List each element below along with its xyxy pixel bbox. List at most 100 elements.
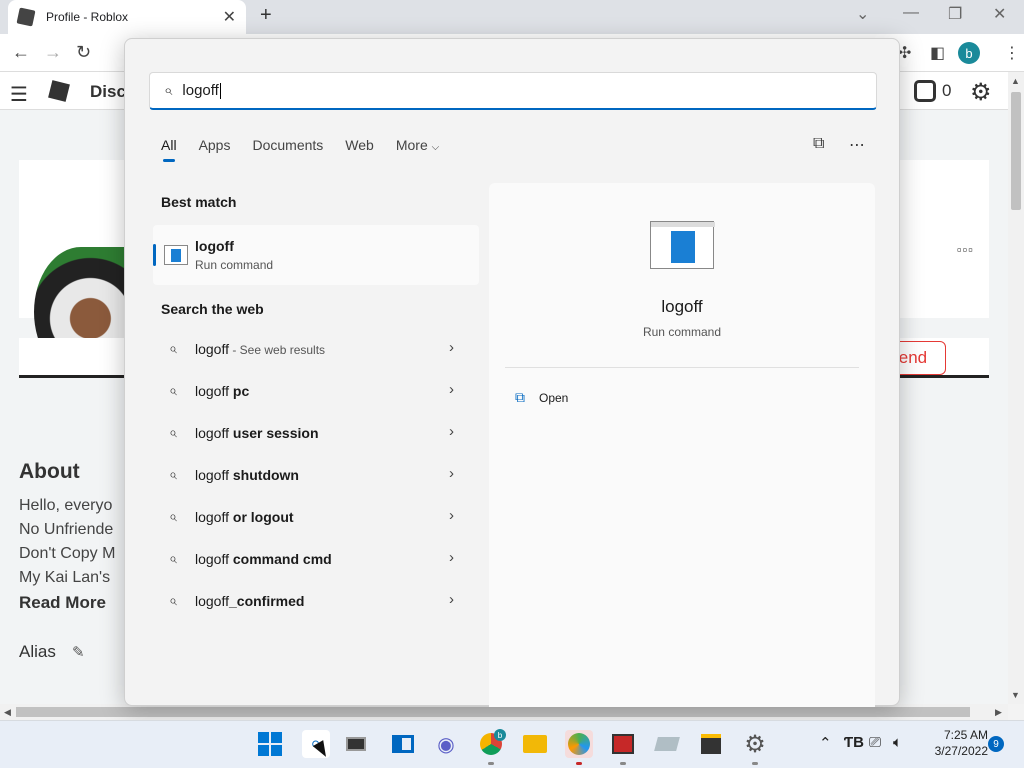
browser-tab-profile[interactable]: Profile - Roblox ✕ <box>8 0 246 34</box>
web-result-bold: or logout <box>229 509 294 525</box>
restore-button[interactable]: ❐ <box>948 4 962 24</box>
more-options-icon[interactable]: ▫▫▫ <box>957 242 974 257</box>
hamburger-menu-icon[interactable]: ☰ <box>10 82 28 107</box>
web-result-prefix: logoff <box>195 341 229 357</box>
chevron-up-icon[interactable]: ⌃ <box>819 734 832 752</box>
extensions-puzzle-icon[interactable]: ✣ <box>898 43 911 63</box>
open-external-icon: ⧉ <box>515 389 525 405</box>
search-icon: ⌕ <box>169 466 177 482</box>
new-tab-button[interactable]: + <box>260 4 272 27</box>
volume-icon[interactable]: 🔈︎ <box>893 734 902 751</box>
web-result-row[interactable]: ⌕ logoff pc › <box>153 373 479 409</box>
network-icon[interactable]: ⎚ <box>869 734 881 751</box>
scroll-up-arrow-icon[interactable]: ▲ <box>1011 76 1020 86</box>
best-match-result[interactable]: logoff Run command <box>153 225 479 285</box>
teams-chat-icon: ◉ <box>437 733 455 756</box>
about-line: My Kai Lan's <box>19 569 111 586</box>
tab-search-dropdown-icon[interactable]: ⌄ <box>856 4 869 24</box>
robux-icon[interactable] <box>914 80 936 102</box>
run-command-icon <box>164 245 188 265</box>
red-app-icon <box>612 734 634 754</box>
side-panel-icon[interactable]: ◧ <box>930 43 945 63</box>
web-result-row[interactable]: ⌕ logoff - See web results › <box>153 331 479 367</box>
chevron-right-icon: › <box>449 381 454 398</box>
forward-arrow-icon[interactable]: → <box>44 42 62 63</box>
vertical-scroll-thumb[interactable] <box>1011 92 1021 210</box>
best-match-heading: Best match <box>161 194 237 210</box>
tab-apps[interactable]: Apps <box>199 137 231 153</box>
web-result-row[interactable]: ⌕ logoff shutdown › <box>153 457 479 493</box>
read-more-link[interactable]: Read More <box>19 593 106 613</box>
web-result-row[interactable]: ⌕ logoff user session › <box>153 415 479 451</box>
horizontal-scroll-thumb[interactable] <box>16 707 970 717</box>
settings-button[interactable]: ⚙ <box>741 730 769 758</box>
browser-tab-bar: Profile - Roblox ✕ + ⌄ — ❐ ✕ <box>0 0 1024 34</box>
scroll-left-arrow-icon[interactable]: ◀ <box>4 707 11 718</box>
system-clock[interactable]: 7:25 AM 3/27/2022 <box>916 727 988 759</box>
web-result-text: logoff pc <box>195 383 249 399</box>
web-result-prefix: logoff <box>195 467 229 483</box>
robux-count: 0 <box>942 81 952 100</box>
paint-palette-icon <box>568 733 590 755</box>
chevron-down-icon: ⌵ <box>431 142 440 153</box>
more-options-icon[interactable]: ⋯ <box>849 135 865 155</box>
tab-documents[interactable]: Documents <box>252 137 323 153</box>
about-line: Don't Copy M <box>19 545 116 562</box>
tab-web[interactable]: Web <box>345 137 374 153</box>
search-input[interactable]: ⌕ logoff <box>149 72 877 110</box>
file-explorer-button[interactable] <box>521 730 549 758</box>
web-result-row[interactable]: ⌕ logoff command cmd › <box>153 541 479 577</box>
best-match-subtitle: Run command <box>195 258 274 272</box>
open-action[interactable]: ⧉ Open <box>515 389 568 406</box>
windows-start-icon <box>258 732 282 756</box>
web-result-bold: _confirmed <box>229 593 305 609</box>
selection-indicator <box>153 244 156 266</box>
task-view-button[interactable] <box>342 730 370 758</box>
reload-icon[interactable]: ↻ <box>76 42 91 63</box>
start-button[interactable] <box>256 730 284 758</box>
scroll-down-arrow-icon[interactable]: ▼ <box>1011 690 1020 700</box>
browser-menu-icon[interactable]: ⋮ <box>1004 43 1020 63</box>
chevron-right-icon: › <box>449 423 454 440</box>
back-arrow-icon[interactable]: ← <box>12 42 30 63</box>
web-result-prefix: logoff <box>195 509 229 525</box>
web-result-prefix: logoff <box>195 593 229 609</box>
widgets-button[interactable] <box>389 730 417 758</box>
run-command-icon <box>650 221 715 269</box>
settings-gear-icon: ⚙ <box>744 730 766 758</box>
search-icon: ⌕ <box>169 550 177 566</box>
minimize-button[interactable]: — <box>903 4 919 22</box>
chevron-right-icon: › <box>449 591 454 608</box>
edit-alias-icon[interactable]: ✎ <box>72 643 85 661</box>
tab-all[interactable]: All <box>161 137 177 162</box>
cloud-app-icon <box>654 737 680 751</box>
share-search-icon[interactable]: ⧉ <box>813 135 824 153</box>
tab-close-icon[interactable]: ✕ <box>223 7 236 27</box>
tab-more[interactable]: More ⌵ <box>396 137 439 153</box>
scroll-right-arrow-icon[interactable]: ▶ <box>995 707 1002 718</box>
preview-subtitle: Run command <box>642 325 722 339</box>
app-button[interactable] <box>653 730 681 758</box>
paint-button[interactable] <box>565 730 593 758</box>
about-line: Hello, everyo <box>19 497 113 514</box>
settings-gear-icon[interactable]: ⚙ <box>970 78 992 107</box>
web-result-bold: user session <box>229 425 319 441</box>
profile-avatar-button[interactable]: b <box>958 42 980 64</box>
web-result-row[interactable]: ⌕ logoff or logout › <box>153 499 479 535</box>
store-button[interactable] <box>697 730 725 758</box>
notification-badge[interactable]: 9 <box>988 736 1004 752</box>
chrome-profile-badge: b <box>494 729 506 741</box>
running-indicator <box>576 762 582 765</box>
web-result-row[interactable]: ⌕ logoff_confirmed › <box>153 583 479 619</box>
app-button[interactable] <box>609 730 637 758</box>
chat-button[interactable]: ◉ <box>432 730 460 758</box>
about-heading: About <box>19 460 80 483</box>
close-window-button[interactable]: ✕ <box>993 4 1006 24</box>
web-result-prefix: logoff <box>195 425 229 441</box>
web-result-suffix: - See web results <box>229 343 326 357</box>
web-result-text: logoff_confirmed <box>195 593 304 609</box>
search-icon: ⌕ <box>164 82 173 99</box>
tray-app-icon[interactable]: ƬB <box>844 734 864 751</box>
preview-title: logoff <box>661 297 703 316</box>
roblox-logo-icon[interactable] <box>48 80 70 102</box>
